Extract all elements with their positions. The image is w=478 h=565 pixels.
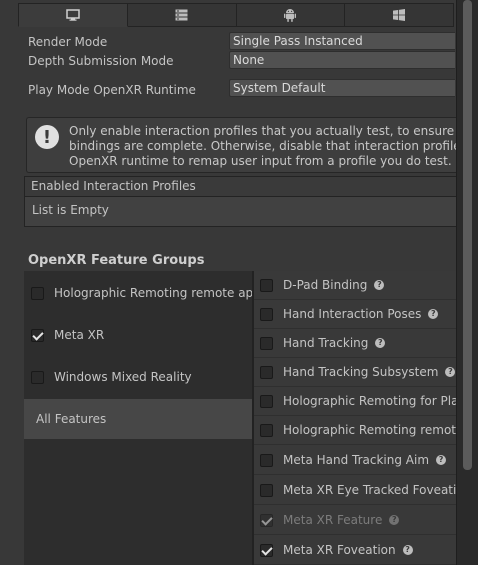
render-mode-label: Render Mode bbox=[28, 35, 108, 49]
feature-label: Hand Interaction Poses bbox=[283, 307, 422, 321]
android-icon bbox=[284, 9, 297, 22]
info-icon: ! bbox=[35, 125, 59, 149]
feature-group-checkbox[interactable] bbox=[31, 370, 44, 384]
feature-checkbox bbox=[260, 513, 273, 527]
feature-item-hand-tracking[interactable]: Hand Tracking ? bbox=[254, 329, 456, 358]
feature-group-checkbox[interactable] bbox=[31, 328, 44, 342]
feature-group-label: Windows Mixed Reality bbox=[54, 370, 192, 384]
feature-item-holographic-remoting-play[interactable]: Holographic Remoting for Play bbox=[254, 387, 466, 416]
feature-checkbox[interactable] bbox=[260, 365, 273, 379]
platform-tabs bbox=[18, 3, 454, 27]
feature-checkbox[interactable] bbox=[260, 453, 273, 467]
feature-label: Holographic Remoting remote a bbox=[283, 423, 475, 437]
help-icon[interactable]: ? bbox=[402, 545, 413, 555]
feature-checkbox[interactable] bbox=[260, 278, 273, 292]
feature-label: Meta Hand Tracking Aim bbox=[283, 453, 430, 467]
feature-checkbox[interactable] bbox=[260, 336, 273, 350]
tab-standalone[interactable] bbox=[18, 3, 128, 27]
help-icon[interactable]: ? bbox=[374, 280, 385, 290]
feature-item-meta-xr-foveation[interactable]: Meta XR Foveation ? bbox=[254, 536, 456, 565]
help-icon[interactable]: ? bbox=[375, 338, 386, 348]
feature-group-holographic-remoting[interactable]: Holographic Remoting remote app bbox=[24, 273, 261, 313]
play-mode-runtime-dropdown[interactable]: System Default bbox=[229, 79, 455, 97]
feature-item-meta-xr-feature[interactable]: Meta XR Feature ? bbox=[254, 506, 456, 535]
feature-label: Meta XR Foveation bbox=[283, 543, 396, 557]
feature-group-label: All Features bbox=[36, 412, 107, 426]
feature-groups-title: OpenXR Feature Groups bbox=[28, 253, 205, 268]
feature-item-hand-tracking-subsystem[interactable]: Hand Tracking Subsystem ? bbox=[254, 358, 456, 387]
help-line-1: Only enable interaction profiles that yo… bbox=[69, 124, 456, 138]
feature-item-meta-xr-eye-tracked-foveation[interactable]: Meta XR Eye Tracked Foveatio bbox=[254, 476, 464, 505]
tab-dedicated-server[interactable] bbox=[127, 3, 237, 27]
play-mode-runtime-label: Play Mode OpenXR Runtime bbox=[28, 83, 196, 97]
help-icon[interactable]: ? bbox=[445, 367, 456, 377]
feature-item-holographic-remoting-remote[interactable]: Holographic Remoting remote a bbox=[254, 416, 475, 445]
help-icon[interactable]: ? bbox=[428, 309, 439, 319]
help-icon[interactable]: ? bbox=[389, 515, 400, 525]
feature-checkbox[interactable] bbox=[260, 423, 273, 437]
help-message: Only enable interaction profiles that yo… bbox=[69, 124, 456, 169]
feature-group-label: Meta XR bbox=[54, 328, 105, 342]
feature-group-label: Holographic Remoting remote app bbox=[54, 286, 261, 300]
feature-label: D-Pad Binding bbox=[283, 278, 368, 292]
feature-item-hand-interaction-poses[interactable]: Hand Interaction Poses ? bbox=[254, 300, 456, 329]
interaction-profiles-header[interactable]: Enabled Interaction Profiles bbox=[24, 176, 456, 197]
monitor-icon bbox=[66, 9, 80, 21]
feature-group-meta-xr[interactable]: Meta XR bbox=[24, 315, 252, 355]
depth-submission-mode-dropdown[interactable]: None bbox=[229, 51, 455, 69]
help-line-3: OpenXR runtime to remap user input from … bbox=[69, 154, 452, 168]
feature-item-meta-hand-tracking-aim[interactable]: Meta Hand Tracking Aim ? bbox=[254, 446, 456, 475]
interaction-profiles-list: List is Empty bbox=[24, 197, 456, 227]
windows-icon bbox=[393, 9, 406, 21]
feature-label: Holographic Remoting for Play bbox=[283, 394, 466, 408]
scrollbar-thumb[interactable] bbox=[463, 0, 472, 470]
feature-groups-list: Holographic Remoting remote app Meta XR … bbox=[24, 271, 261, 565]
feature-label: Meta XR Feature bbox=[283, 513, 383, 527]
feature-checkbox[interactable] bbox=[260, 307, 273, 321]
tab-uwp[interactable] bbox=[345, 3, 454, 27]
feature-label: Meta XR Eye Tracked Foveatio bbox=[283, 483, 464, 497]
feature-item-d-pad-binding[interactable]: D-Pad Binding ? bbox=[254, 271, 456, 300]
render-mode-dropdown[interactable]: Single Pass Instanced bbox=[229, 32, 455, 50]
openxr-settings-panel: Render Mode Single Pass Instanced Depth … bbox=[0, 0, 478, 565]
depth-submission-mode-label: Depth Submission Mode bbox=[28, 54, 174, 68]
feature-checkbox[interactable] bbox=[260, 394, 273, 408]
help-icon[interactable]: ? bbox=[436, 455, 447, 465]
server-icon bbox=[175, 9, 188, 21]
feature-group-windows-mixed-reality[interactable]: Windows Mixed Reality bbox=[24, 357, 252, 397]
tab-android[interactable] bbox=[236, 3, 346, 27]
feature-group-all-features[interactable]: All Features bbox=[24, 399, 252, 439]
feature-checkbox[interactable] bbox=[260, 543, 273, 557]
help-line-2: bindings are complete. Otherwise, disabl… bbox=[69, 139, 456, 153]
feature-group-checkbox[interactable] bbox=[31, 286, 44, 300]
feature-label: Hand Tracking Subsystem bbox=[283, 365, 439, 379]
interaction-profiles-help-box: ! Only enable interaction profiles that … bbox=[26, 117, 456, 173]
features-list: D-Pad Binding ? Hand Interaction Poses ?… bbox=[254, 271, 475, 565]
feature-checkbox[interactable] bbox=[260, 483, 273, 497]
feature-label: Hand Tracking bbox=[283, 336, 369, 350]
